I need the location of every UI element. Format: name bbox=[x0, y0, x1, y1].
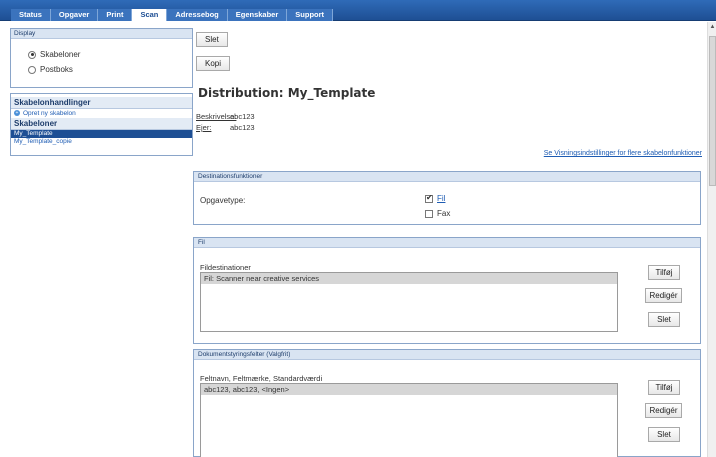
create-template-link[interactable]: + Opret ny skabelon bbox=[11, 109, 192, 118]
display-title: Display bbox=[11, 29, 192, 39]
copy-button[interactable]: Kopi bbox=[196, 56, 231, 71]
edit-field-button[interactable]: Redigér bbox=[645, 403, 682, 418]
radio-postboks[interactable]: Postboks bbox=[11, 62, 192, 77]
doc-fields-panel: Dokumentstyringsfelter (Valgfrit) Feltna… bbox=[193, 349, 701, 457]
scrollbar-thumb[interactable] bbox=[709, 36, 716, 186]
delete-file-button[interactable]: Slet bbox=[648, 312, 680, 327]
template-item-selected[interactable]: My_Template bbox=[11, 130, 192, 138]
destination-panel: Destinationsfunktioner Opgavetype: Fil F… bbox=[193, 171, 701, 225]
vertical-scrollbar[interactable]: ▲ bbox=[707, 22, 716, 457]
tab-scan[interactable]: Scan bbox=[132, 9, 168, 21]
owner-value: abc123 bbox=[230, 123, 255, 132]
page-title: Distribution: My_Template bbox=[198, 86, 376, 100]
tab-support[interactable]: Support bbox=[287, 9, 334, 21]
edit-file-button[interactable]: Redigér bbox=[645, 288, 682, 303]
owner-row: Ejer: abc123 bbox=[196, 123, 255, 132]
file-panel: Fil Fildestinationer Fil: Scanner near c… bbox=[193, 237, 701, 344]
tab-print[interactable]: Print bbox=[98, 9, 133, 21]
view-settings-link[interactable]: Se Visningsindstillinger for flere skabe… bbox=[544, 150, 702, 157]
option-fax-label: Fax bbox=[437, 209, 451, 218]
add-field-button[interactable]: Tilføj bbox=[648, 380, 680, 395]
radio-unselected-icon[interactable] bbox=[28, 65, 36, 74]
radio-skabeloner-label: Skabeloner bbox=[40, 50, 81, 59]
doc-list-label: Feltnavn, Feltmærke, Standardværdi bbox=[200, 374, 323, 383]
display-box: Display Skabeloner Postboks bbox=[10, 28, 193, 88]
file-list-label: Fildestinationer bbox=[200, 263, 251, 272]
option-fil-label: Fil bbox=[437, 194, 446, 203]
owner-label: Ejer: bbox=[196, 123, 212, 132]
add-file-button[interactable]: Tilføj bbox=[648, 265, 680, 280]
list-item[interactable]: Fil: Scanner near creative services bbox=[201, 273, 617, 284]
destination-panel-title: Destinationsfunktioner bbox=[194, 172, 700, 182]
templates-box: Skabelonhandlinger + Opret ny skabelon Sk… bbox=[10, 93, 193, 156]
option-fax[interactable]: Fax bbox=[425, 209, 450, 218]
actions-title: Skabelonhandlinger bbox=[11, 97, 192, 109]
description-value: abc123 bbox=[230, 112, 255, 121]
tab-status[interactable]: Status bbox=[11, 9, 51, 21]
file-destination-list[interactable]: Fil: Scanner near creative services bbox=[200, 272, 618, 332]
tab-adressebog[interactable]: Adressebog bbox=[167, 9, 228, 21]
doc-fields-list[interactable]: abc123, abc123, <Ingen> bbox=[200, 383, 618, 457]
file-panel-title: Fil bbox=[194, 238, 700, 248]
sidebar: Display Skabeloner Postboks Skabelonhand… bbox=[10, 28, 193, 156]
delete-field-button[interactable]: Slet bbox=[648, 427, 680, 442]
checkbox-unchecked-icon[interactable] bbox=[425, 209, 433, 218]
templates-title: Skabeloner bbox=[11, 118, 192, 130]
description-row: Beskrivelse:abc123 bbox=[196, 112, 255, 121]
scroll-up-icon[interactable]: ▲ bbox=[709, 23, 716, 32]
delete-button[interactable]: Slet bbox=[196, 32, 228, 47]
radio-skabeloner[interactable]: Skabeloner bbox=[11, 47, 192, 62]
doc-fields-panel-title: Dokumentstyringsfelter (Valgfrit) bbox=[194, 350, 700, 360]
description-label: Beskrivelse: bbox=[196, 112, 237, 121]
radio-selected-icon[interactable] bbox=[28, 50, 36, 59]
list-item[interactable]: abc123, abc123, <Ingen> bbox=[201, 384, 617, 395]
job-type-label: Opgavetype: bbox=[200, 196, 246, 205]
nav-tabs: Status Opgaver Print Scan Adressebog Ege… bbox=[11, 9, 334, 21]
template-item[interactable]: My_Template_copie bbox=[11, 138, 192, 146]
add-icon: + bbox=[14, 110, 20, 117]
top-navigation: Status Opgaver Print Scan Adressebog Ege… bbox=[0, 0, 716, 21]
checkbox-checked-icon[interactable] bbox=[425, 193, 433, 203]
radio-postboks-label: Postboks bbox=[40, 65, 73, 74]
tab-egenskaber[interactable]: Egenskaber bbox=[227, 9, 288, 21]
option-fil[interactable]: Fil bbox=[425, 193, 446, 203]
tab-opgaver[interactable]: Opgaver bbox=[50, 9, 99, 21]
create-template-label: Opret ny skabelon bbox=[23, 110, 76, 117]
